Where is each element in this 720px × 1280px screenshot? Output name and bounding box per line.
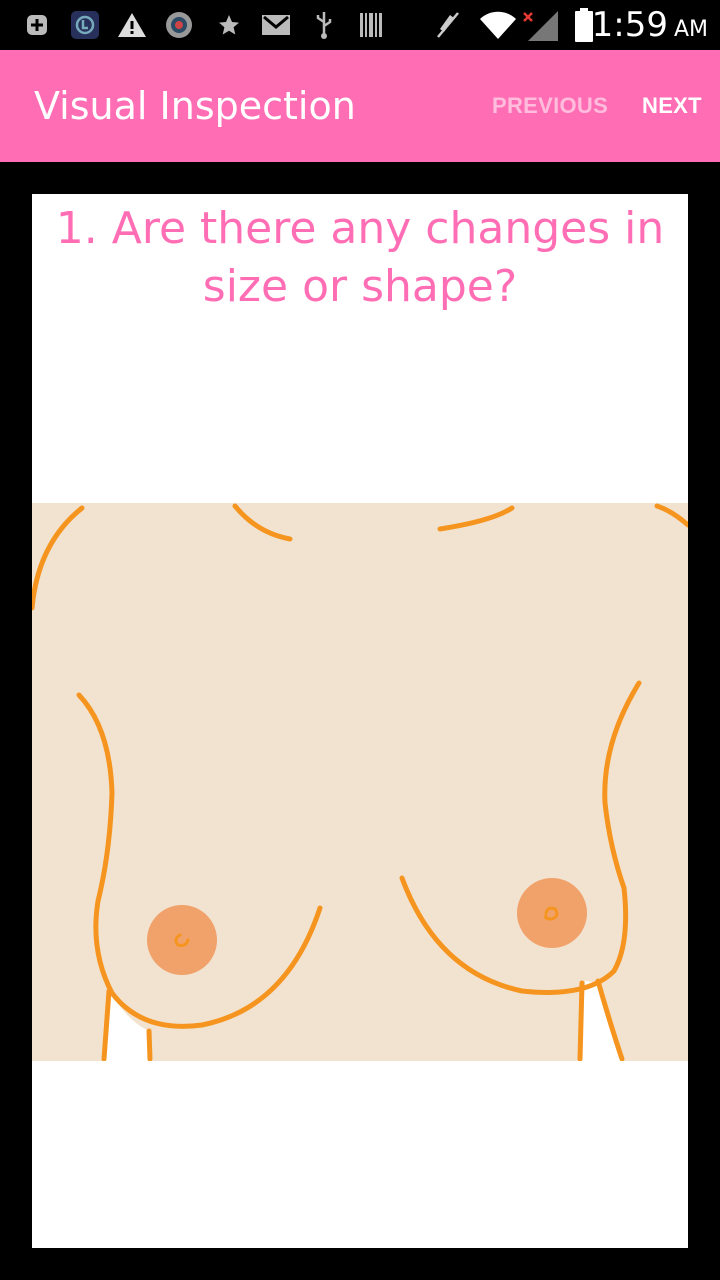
signal-icon (520, 0, 560, 50)
app-notification-icon (68, 0, 102, 50)
add-notification-icon (22, 0, 52, 50)
question-text: 1. Are there any changes in size or shap… (55, 203, 665, 312)
photo-app-icon (162, 0, 196, 50)
star-icon (214, 0, 244, 50)
breast-illustration (32, 503, 688, 1061)
status-bar: 1:59 AM (0, 0, 720, 50)
barcode-icon (356, 0, 386, 50)
warning-icon (116, 0, 148, 50)
content-card: 1. Are there any changes in size or shap… (32, 194, 688, 1248)
page-title: Visual Inspection (34, 84, 356, 128)
usb-icon (310, 0, 338, 50)
next-button[interactable]: NEXT (642, 50, 702, 162)
mute-icon (432, 0, 464, 50)
clock-ampm: AM (673, 16, 708, 42)
app-bar: Visual Inspection PREVIOUS NEXT (0, 50, 720, 162)
previous-button[interactable]: PREVIOUS (492, 50, 608, 162)
status-clock: 1:59 AM (592, 0, 708, 50)
gmail-icon (258, 0, 294, 50)
wifi-icon (476, 0, 520, 50)
clock-time: 1:59 (591, 5, 668, 45)
